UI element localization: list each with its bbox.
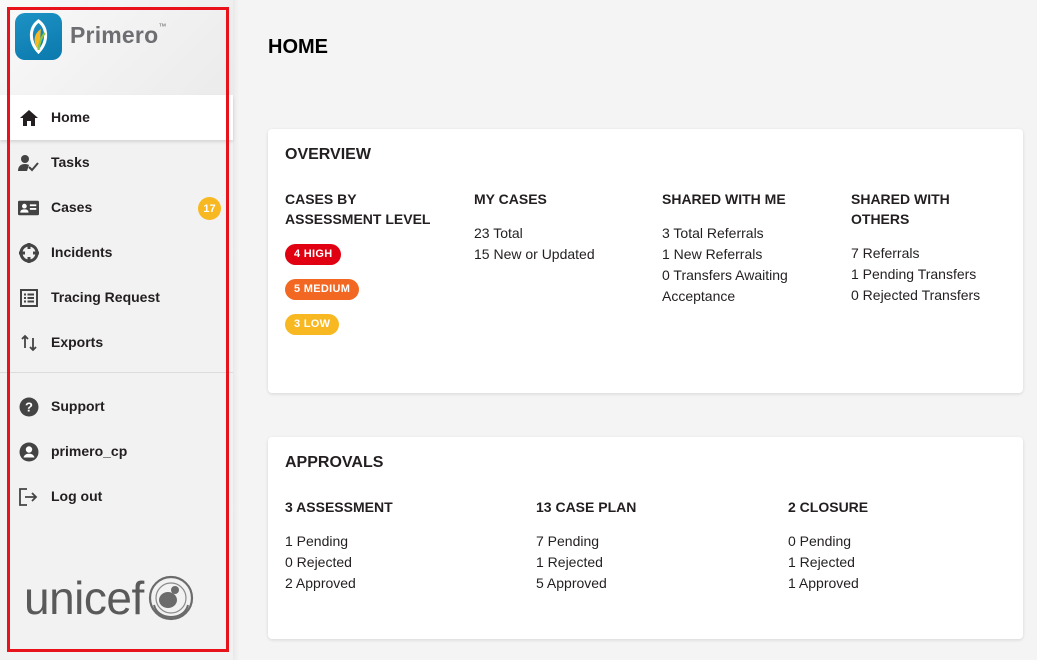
my-cases-new-updated[interactable]: 15 New or Updated (474, 244, 654, 265)
sidebar-item-label: Home (51, 109, 90, 125)
approvals-approved[interactable]: 1 Approved (788, 573, 1008, 594)
primero-logo-icon[interactable] (15, 13, 62, 60)
logo-area: Primero™ (0, 0, 233, 95)
approvals-rejected[interactable]: 0 Rejected (285, 552, 525, 573)
overview-card: OVERVIEW CASES BY ASSESSMENT LEVEL 4 HIG… (268, 129, 1023, 393)
sidebar-divider (0, 372, 233, 373)
approvals-approved[interactable]: 5 Approved (536, 573, 776, 594)
my-cases-column: MY CASES 23 Total 15 New or Updated (474, 189, 654, 265)
medium-level-chip[interactable]: 5 MEDIUM (285, 279, 360, 300)
approvals-column-heading: 13 CASE PLAN (536, 499, 637, 515)
others-referrals[interactable]: 7 Referrals (851, 243, 1021, 264)
shared-with-others-heading-1: SHARED WITH (851, 191, 950, 207)
approvals-assessment-column: 3 ASSESSMENT 1 Pending 0 Rejected 2 Appr… (285, 497, 525, 594)
cases-count-badge: 17 (198, 197, 221, 220)
cases-icon (18, 197, 39, 218)
sidebar-item-tracing-request[interactable]: Tracing Request (0, 275, 233, 320)
sidebar-edge (233, 0, 240, 660)
approvals-column-heading: 3 ASSESSMENT (285, 499, 393, 515)
sidebar-item-label: Cases (51, 199, 93, 215)
tracing-request-icon (18, 287, 39, 308)
transfers-awaiting-line-1: 0 Transfers Awaiting (662, 267, 788, 283)
my-cases-heading: MY CASES (474, 191, 547, 207)
approvals-pending[interactable]: 7 Pending (536, 531, 776, 552)
sidebar-item-tasks[interactable]: Tasks (0, 140, 233, 185)
shared-with-me-column: SHARED WITH ME 3 Total Referrals 1 New R… (662, 189, 842, 307)
approvals-pending[interactable]: 0 Pending (788, 531, 1008, 552)
approvals-case-plan-column: 13 CASE PLAN 7 Pending 1 Rejected 5 Appr… (536, 497, 776, 594)
shared-with-others-heading-2: OTHERS (851, 211, 910, 227)
home-icon (18, 107, 39, 128)
approvals-approved[interactable]: 2 Approved (285, 573, 525, 594)
app-name: Primero™ (70, 22, 167, 48)
assessment-heading-1: CASES BY (285, 191, 357, 207)
approvals-closure-column: 2 CLOSURE 0 Pending 1 Rejected 1 Approve… (788, 497, 1008, 594)
approvals-rejected[interactable]: 1 Rejected (788, 552, 1008, 573)
transfers-awaiting[interactable]: 0 Transfers Awaiting Acceptance (662, 265, 842, 307)
page-title: HOME (268, 36, 328, 58)
account-icon (18, 441, 39, 462)
tasks-icon (18, 152, 39, 173)
high-level-chip[interactable]: 4 HIGH (285, 244, 342, 265)
my-cases-total[interactable]: 23 Total (474, 223, 654, 244)
sidebar-item-label: Tracing Request (51, 289, 160, 305)
overview-title: OVERVIEW (285, 146, 371, 163)
low-level-chip[interactable]: 3 LOW (285, 314, 340, 335)
total-referrals[interactable]: 3 Total Referrals (662, 223, 842, 244)
svg-text:?: ? (25, 399, 33, 414)
assessment-heading-2: ASSESSMENT LEVEL (285, 211, 431, 227)
sidebar-item-incidents[interactable]: Incidents (0, 230, 233, 275)
approvals-column-heading: 2 CLOSURE (788, 499, 869, 515)
approvals-title: APPROVALS (285, 454, 384, 471)
unicef-logo: unicef (24, 570, 194, 625)
sidebar-item-logout[interactable]: Log out (0, 474, 233, 519)
help-icon: ? (18, 396, 39, 417)
pending-transfers[interactable]: 1 Pending Transfers (851, 264, 1021, 285)
sidebar-item-label: primero_cp (51, 443, 128, 459)
sidebar-item-label: Exports (51, 334, 104, 350)
sidebar-item-label: Tasks (51, 154, 90, 170)
sidebar-item-label: Incidents (51, 244, 113, 260)
rejected-transfers[interactable]: 0 Rejected Transfers (851, 285, 1021, 306)
sidebar-item-exports[interactable]: Exports (0, 320, 233, 365)
sidebar-item-cases[interactable]: Cases 17 (0, 185, 233, 230)
new-referrals[interactable]: 1 New Referrals (662, 244, 842, 265)
assessment-level-column: CASES BY ASSESSMENT LEVEL 4 HIGH 5 MEDIU… (285, 189, 465, 339)
approvals-rejected[interactable]: 1 Rejected (536, 552, 776, 573)
exports-icon (18, 332, 39, 353)
sidebar-item-label: Support (51, 398, 105, 414)
incidents-icon (18, 242, 39, 263)
approvals-card: APPROVALS 3 ASSESSMENT 1 Pending 0 Rejec… (268, 437, 1023, 639)
transfers-awaiting-line-2: Acceptance (662, 288, 736, 304)
logout-icon (18, 486, 39, 507)
sidebar: Primero™ Home Tasks Cases 17 Incidents T… (0, 0, 240, 660)
sidebar-item-home[interactable]: Home (0, 95, 233, 140)
sidebar-item-account[interactable]: primero_cp (0, 429, 233, 474)
sidebar-item-label: Log out (51, 488, 103, 504)
unicef-emblem-icon (148, 575, 193, 620)
sidebar-item-support[interactable]: ? Support (0, 384, 233, 429)
approvals-pending[interactable]: 1 Pending (285, 531, 525, 552)
shared-with-others-column: SHARED WITH OTHERS 7 Referrals 1 Pending… (851, 189, 1021, 306)
shared-with-me-heading: SHARED WITH ME (662, 191, 786, 207)
